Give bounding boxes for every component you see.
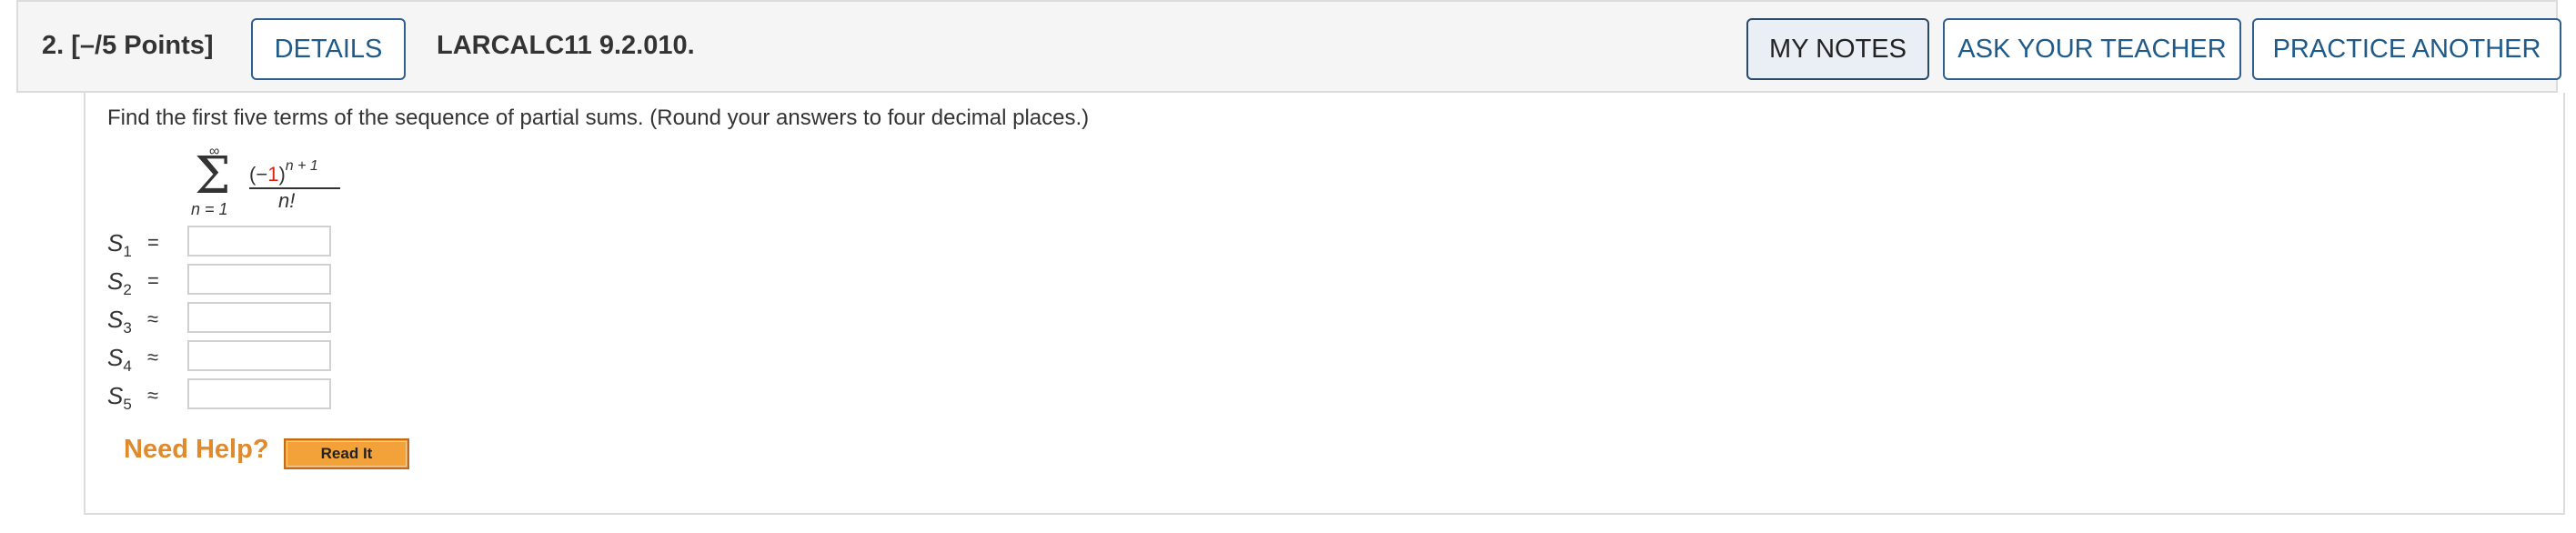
relation-symbol: = (147, 231, 159, 254)
practice-another-button[interactable]: PRACTICE ANOTHER (2252, 18, 2561, 80)
relation-symbol: ≈ (147, 346, 159, 368)
numerator-open: (− (249, 163, 268, 186)
numerator-one: 1 (267, 163, 279, 186)
s3-input[interactable] (187, 302, 331, 333)
my-notes-button[interactable]: MY NOTES (1746, 18, 1929, 80)
fraction-numerator: (−1)n + 1 (249, 158, 318, 186)
problem-prompt: Find the first five terms of the sequenc… (107, 106, 1090, 130)
partial-sum-label: S3 (107, 306, 132, 337)
relation-symbol: ≈ (147, 384, 159, 407)
partial-sum-label: S2 (107, 267, 132, 299)
question-header: 2. [–/5 Points] DETAILS LARCALC11 9.2.01… (16, 0, 2561, 93)
ask-your-teacher-button[interactable]: ASK YOUR TEACHER (1943, 18, 2241, 80)
s5-input[interactable] (187, 378, 331, 409)
sum-lower-limit: n = 1 (191, 200, 228, 218)
question-body: Find the first five terms of the sequenc… (84, 93, 2565, 515)
question-code: LARCALC11 9.2.010. (437, 31, 695, 60)
fraction-denominator: n! (278, 189, 296, 212)
relation-symbol: = (147, 269, 159, 292)
need-help-label: Need Help? (124, 435, 269, 464)
question-number-points: 2. [–/5 Points] (42, 31, 214, 60)
details-button[interactable]: DETAILS (251, 18, 406, 80)
partial-sum-label: S5 (107, 382, 132, 414)
sigma-symbol: Σ (195, 146, 231, 206)
read-it-button[interactable]: Read It (284, 438, 409, 469)
s4-input[interactable] (187, 340, 331, 371)
relation-symbol: ≈ (147, 307, 159, 330)
numerator-close: ) (278, 163, 286, 186)
s1-input[interactable] (187, 226, 331, 256)
partial-sum-label: S4 (107, 344, 132, 376)
numerator-exponent: n + 1 (285, 158, 318, 174)
s2-input[interactable] (187, 264, 331, 295)
partial-sum-label: S1 (107, 229, 132, 261)
